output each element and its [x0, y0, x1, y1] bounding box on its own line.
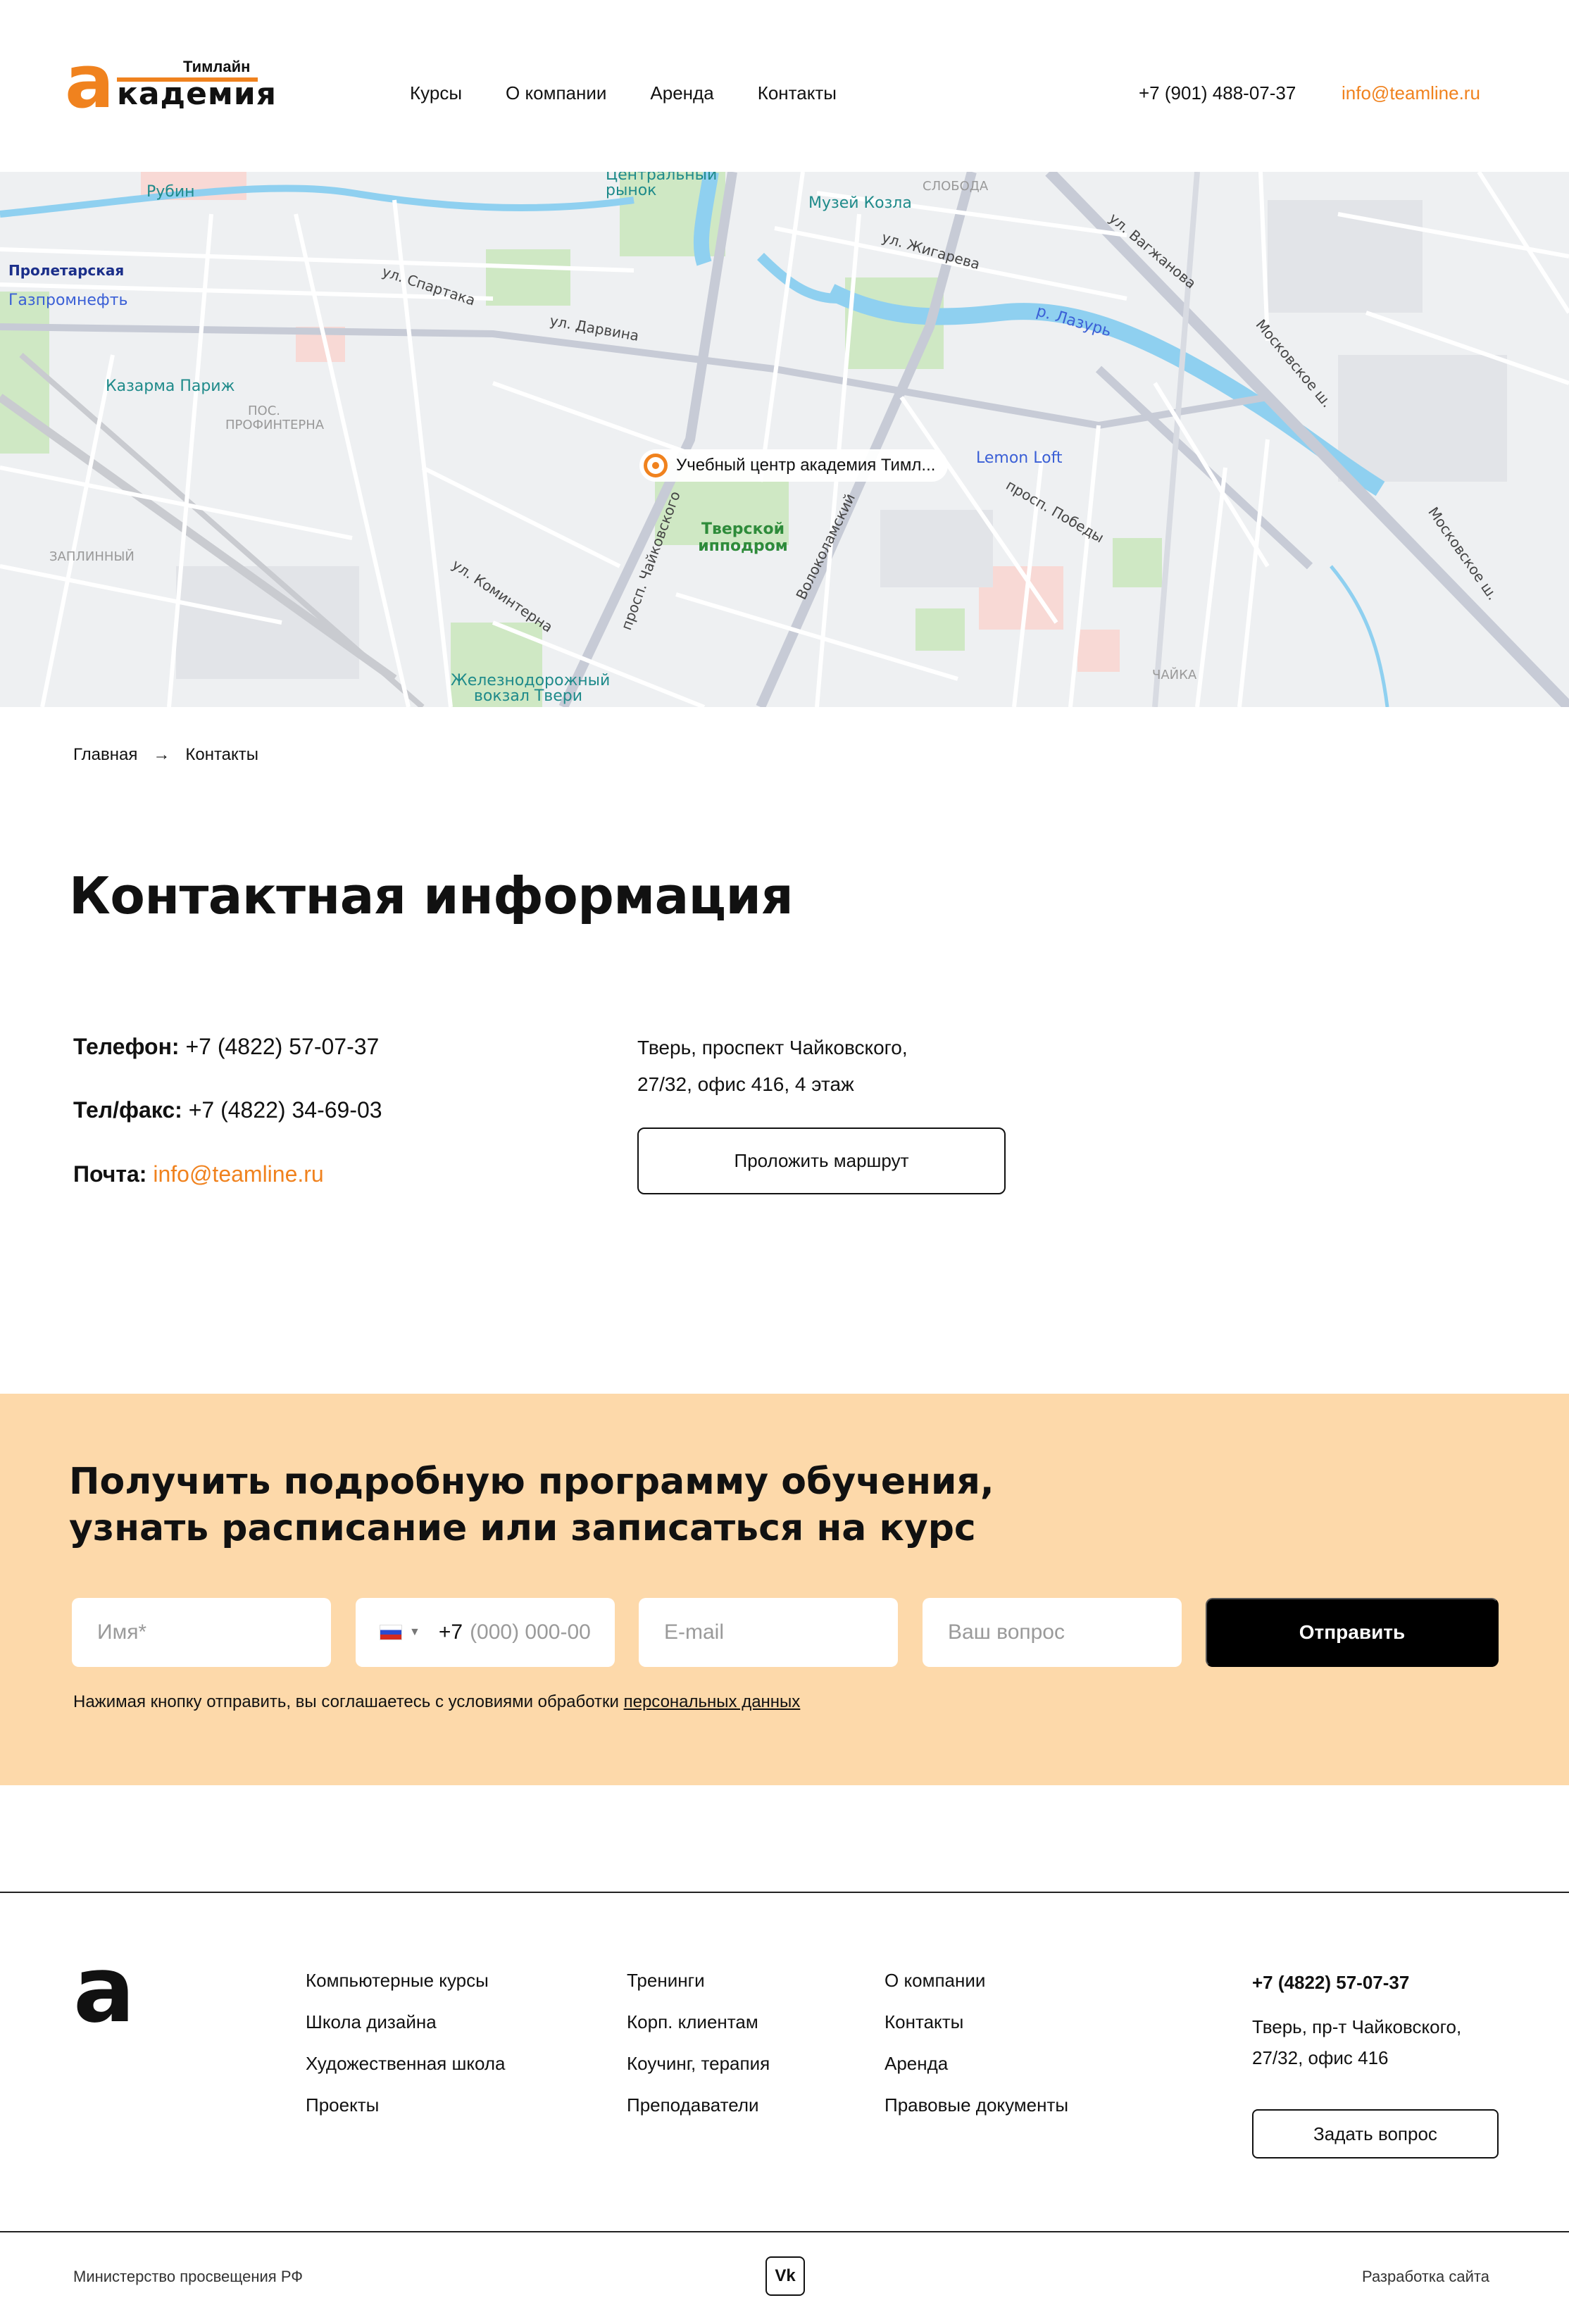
address-line-1: Тверь, проспект Чайковского, [637, 1037, 908, 1058]
chevron-down-icon[interactable]: ▼ [409, 1626, 420, 1639]
map-pin-school[interactable]: Учебный центр академия Тимл... [639, 449, 949, 482]
map-label-proletarskaya[interactable]: Пролетарская [8, 262, 124, 279]
map-label-rubin[interactable]: Рубин [146, 183, 195, 201]
footer-link-contacts[interactable]: Контакты [884, 2013, 1068, 2031]
map-label-zaplinny: ЗАПЛИННЫЙ [49, 549, 135, 564]
arrow-right-icon: → [153, 745, 170, 764]
footer-link-art-school[interactable]: Художественная школа [306, 2054, 506, 2073]
mail-value-link[interactable]: info@teamline.ru [153, 1161, 323, 1187]
mail-row: Почта: info@teamline.ru [73, 1161, 324, 1187]
map-label-profintern: ПОС. ПРОФИНТЕРНА [225, 404, 325, 432]
ask-question-button[interactable]: Задать вопрос [1252, 2109, 1499, 2159]
russia-flag-icon[interactable] [380, 1625, 402, 1640]
route-button[interactable]: Проложить маршрут [637, 1127, 1006, 1194]
nav-item-contacts[interactable]: Контакты [758, 82, 837, 104]
mail-label: Почта: [73, 1161, 147, 1187]
main-nav: Курсы О компании Аренда Контакты [410, 82, 837, 104]
ministry-text: Министерство просвещения РФ [73, 2268, 303, 2285]
map[interactable]: Рубин Центральный рынок Музей Козла Прол… [0, 172, 1569, 707]
breadcrumb-current: Контакты [185, 745, 259, 764]
phone-prefix: +7 [438, 1620, 463, 1644]
question-input[interactable]: Ваш вопрос [923, 1598, 1182, 1667]
footer-address-line-2: 27/32, офис 416 [1252, 2047, 1389, 2068]
footer-link-projects[interactable]: Проекты [306, 2096, 506, 2114]
breadcrumb-home[interactable]: Главная [73, 745, 137, 765]
footer-link-coaching[interactable]: Коучинг, терапия [627, 2054, 770, 2073]
fax-value[interactable]: +7 (4822) 34-69-03 [189, 1097, 382, 1123]
fax-label: Тел/факс: [73, 1097, 182, 1123]
map-canvas [0, 172, 1569, 707]
submit-button[interactable]: Отправить [1206, 1598, 1499, 1667]
footer-logo[interactable]: а [73, 1944, 135, 2035]
personal-data-link[interactable]: персональных данных [624, 1692, 801, 1711]
map-label-sloboda: СЛОБОДА [923, 179, 989, 194]
email-input[interactable]: E-mail [639, 1598, 898, 1667]
nav-item-about[interactable]: О компании [506, 82, 606, 104]
logo-word: кадемия [117, 76, 277, 112]
vk-icon[interactable]: Vk [765, 2256, 805, 2296]
map-pin-label: Учебный центр академия Тимл... [676, 456, 936, 475]
form-title-line-1: Получить подробную программу обучения, [69, 1461, 994, 1503]
footer-link-trainings[interactable]: Тренинги [627, 1971, 770, 1989]
nav-item-rent[interactable]: Аренда [650, 82, 713, 104]
map-label-gazprom[interactable]: Газпромнефть [8, 292, 128, 309]
phone-value[interactable]: +7 (4822) 57-07-37 [185, 1034, 379, 1059]
footer-divider-top [0, 1892, 1569, 1893]
address: Тверь, проспект Чайковского, 27/32, офис… [637, 1030, 908, 1103]
footer-link-teachers[interactable]: Преподаватели [627, 2096, 770, 2114]
phone-input[interactable]: ▼ +7 (000) 000-00 [356, 1598, 615, 1667]
address-line-2: 27/32, офис 416, 4 этаж [637, 1073, 854, 1095]
fax-row: Тел/факс: +7 (4822) 34-69-03 [73, 1097, 382, 1123]
site-header: а Тимлайн кадемия Курсы О компании Аренд… [0, 0, 1569, 172]
map-label-station[interactable]: Железнодорожный вокзал Твери [451, 673, 610, 704]
footer-divider-bottom [0, 2231, 1569, 2232]
map-label-market[interactable]: Центральный рынок [606, 172, 717, 199]
location-pin-icon [644, 454, 668, 477]
phone-placeholder: (000) 000-00 [470, 1620, 591, 1644]
logo[interactable]: а Тимлайн кадемия [65, 45, 276, 118]
header-email-link[interactable]: info@teamline.ru [1342, 82, 1480, 104]
footer-phone[interactable]: +7 (4822) 57-07-37 [1252, 1972, 1409, 1994]
site-development-link[interactable]: Разработка сайта [1362, 2268, 1489, 2286]
footer-link-legal[interactable]: Правовые документы [884, 2096, 1068, 2114]
footer-address-line-1: Тверь, пр-т Чайковского, [1252, 2016, 1462, 2037]
map-label-lemon-loft[interactable]: Lemon Loft [976, 449, 1063, 467]
breadcrumb: Главная → Контакты [73, 745, 258, 765]
map-label-chaika: ЧАЙКА [1152, 668, 1197, 682]
header-phone-link[interactable]: +7 (901) 488-07-37 [1139, 82, 1296, 104]
consent-text: Нажимая кнопку отправить, вы соглашаетес… [73, 1692, 800, 1712]
footer-address: Тверь, пр-т Чайковского, 27/32, офис 416 [1252, 2011, 1461, 2073]
footer-link-design-school[interactable]: Школа дизайна [306, 2013, 506, 2031]
footer-column-3: О компании Контакты Аренда Правовые доку… [884, 1971, 1068, 2114]
map-label-hippodrome[interactable]: Тверской ипподром [690, 521, 796, 555]
nav-item-courses[interactable]: Курсы [410, 82, 462, 104]
form-title-line-2: узнать расписание или записаться на курс [69, 1507, 976, 1549]
map-label-museum[interactable]: Музей Козла [808, 194, 912, 212]
footer-column-1: Компьютерные курсы Школа дизайна Художес… [306, 1971, 506, 2114]
logo-small-text: Тимлайн [183, 58, 251, 75]
footer-link-about[interactable]: О компании [884, 1971, 1068, 1989]
logo-letter: а [65, 39, 115, 125]
phone-label: Телефон: [73, 1034, 180, 1059]
footer-link-computer-courses[interactable]: Компьютерные курсы [306, 1971, 506, 1989]
form-title: Получить подробную программу обучения, у… [69, 1458, 994, 1551]
name-input[interactable]: Имя* [72, 1598, 331, 1667]
page-title: Контактная информация [69, 866, 794, 925]
consent-text-body: Нажимая кнопку отправить, вы соглашаетес… [73, 1692, 624, 1711]
phone-row: Телефон: +7 (4822) 57-07-37 [73, 1034, 379, 1060]
request-form-section: Получить подробную программу обучения, у… [0, 1394, 1569, 1785]
footer-link-rent[interactable]: Аренда [884, 2054, 1068, 2073]
map-label-kazarma[interactable]: Казарма Париж [106, 377, 235, 395]
footer-column-2: Тренинги Корп. клиентам Коучинг, терапия… [627, 1971, 770, 2114]
footer-link-corporate[interactable]: Корп. клиентам [627, 2013, 770, 2031]
